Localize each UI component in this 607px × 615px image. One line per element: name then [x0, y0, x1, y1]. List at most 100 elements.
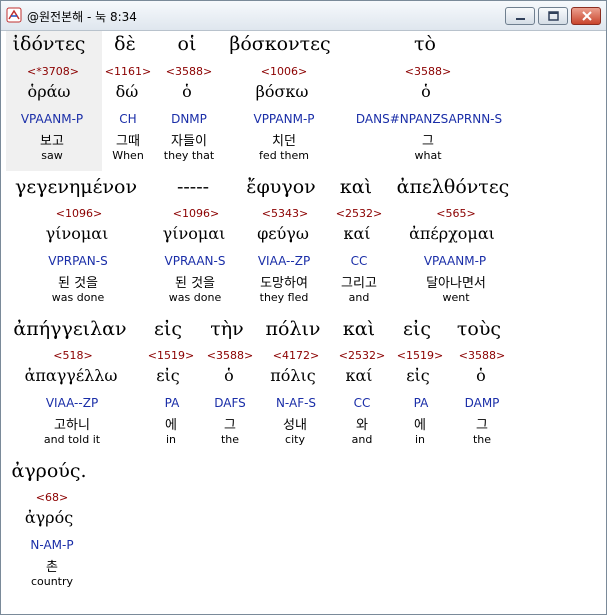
parse-code: CH: [119, 112, 137, 126]
korean-gloss: 촌: [46, 560, 58, 575]
parse-code: DNMP: [171, 112, 207, 126]
greek-word: καὶ: [342, 318, 376, 340]
parse-code: CC: [353, 396, 371, 410]
korean-gloss: 달아나면서: [426, 276, 486, 291]
strong-number[interactable]: <2532>: [336, 207, 382, 220]
english-gloss: what: [414, 149, 442, 162]
strong-number[interactable]: <1096>: [173, 207, 219, 220]
strong-number[interactable]: <1006>: [261, 65, 307, 78]
greek-word: καὶ: [339, 176, 373, 198]
strong-number[interactable]: <4172>: [273, 349, 319, 362]
korean-gloss: 그: [422, 134, 434, 149]
lemma: ἀγρός: [24, 508, 74, 527]
strong-number[interactable]: <1519>: [397, 349, 443, 362]
english-gloss: When: [112, 149, 144, 162]
strong-number[interactable]: <1519>: [148, 349, 194, 362]
parse-code: PA: [413, 396, 429, 410]
minimize-icon: [516, 18, 525, 20]
english-gloss: saw: [41, 149, 63, 162]
maximize-button[interactable]: [538, 7, 568, 25]
lemma: πόλις: [270, 366, 316, 385]
english-gloss: city: [285, 433, 305, 446]
lemma: δώ: [115, 82, 139, 101]
strong-number[interactable]: <565>: [436, 207, 475, 220]
strong-number[interactable]: <1096>: [56, 207, 102, 220]
parse-code: N-AF-S: [275, 396, 317, 410]
english-gloss: and: [348, 291, 370, 304]
strong-number[interactable]: <3588>: [405, 65, 451, 78]
parse-code: DANS#NPANZSAPRNN-S: [355, 112, 503, 126]
strong-number[interactable]: <2532>: [339, 349, 385, 362]
lemma: ὁράω: [27, 82, 71, 101]
lemma: ὁ: [182, 82, 192, 101]
parse-code: PA: [164, 396, 180, 410]
lemma: ὁ: [224, 366, 234, 385]
close-button[interactable]: [571, 7, 601, 25]
strong-number[interactable]: <3588>: [166, 65, 212, 78]
greek-word: τὸ: [414, 33, 436, 55]
greek-word: ἔφυγον: [246, 176, 316, 198]
greek-word: τοὺς: [456, 318, 502, 340]
english-gloss: the: [472, 433, 492, 446]
close-icon: [582, 11, 592, 21]
greek-word: οἱ: [177, 33, 197, 55]
parse-code: N-AM-P: [30, 538, 74, 552]
lemma: φεύγω: [257, 224, 309, 243]
parse-code: VPAANM-P: [423, 254, 487, 268]
korean-gloss: 에: [165, 418, 177, 433]
english-gloss: in: [414, 433, 426, 446]
greek-word: ἀπήγγειλαν: [13, 318, 127, 340]
english-gloss: and: [351, 433, 373, 446]
lemma: γίνομαι: [162, 224, 226, 243]
parse-code: DAFS: [214, 396, 246, 410]
lemma: καί: [343, 224, 371, 243]
korean-gloss: 도망하여: [260, 276, 308, 291]
parse-code: VPPANM-P: [253, 112, 315, 126]
strong-number[interactable]: <518>: [53, 349, 92, 362]
strong-number[interactable]: <5343>: [262, 207, 308, 220]
greek-word: πόλιν: [265, 318, 321, 340]
minimize-button[interactable]: [505, 7, 535, 25]
app-window: @원전본해 - 눅 8:34 ἰδόντες <*3708> ὁράω VPAA…: [0, 0, 607, 615]
greek-word: ἰδόντες: [12, 33, 86, 55]
korean-gloss: 된 것을: [57, 276, 99, 291]
english-gloss: was done: [168, 291, 222, 304]
lemma: γίνομαι: [45, 224, 109, 243]
maximize-icon: [548, 11, 559, 21]
english-gloss: country: [30, 575, 74, 588]
parse-code: VPAANM-P: [20, 112, 84, 126]
parse-code: CC: [350, 254, 368, 268]
strong-number[interactable]: <3588>: [459, 349, 505, 362]
korean-gloss: 그: [224, 418, 236, 433]
greek-word: γεγενημένον: [14, 176, 138, 198]
window-title: @원전본해 - 눅 8:34: [27, 10, 137, 24]
lemma: ὁ: [476, 366, 486, 385]
strong-number[interactable]: <1161>: [105, 65, 151, 78]
korean-gloss: 치던: [272, 134, 296, 149]
english-gloss: the: [220, 433, 240, 446]
lemma: εἰς: [406, 366, 430, 385]
english-gloss: fed them: [259, 149, 309, 162]
korean-gloss: 그리고: [341, 276, 377, 291]
title-bar[interactable]: @원전본해 - 눅 8:34: [1, 1, 606, 31]
parse-code: VPRPAN-S: [48, 254, 108, 268]
korean-gloss: 그때: [116, 134, 140, 149]
korean-gloss: 된 것을: [174, 276, 216, 291]
korean-gloss: 보고: [40, 134, 64, 149]
strong-number[interactable]: <*3708>: [27, 65, 79, 78]
english-gloss: and told it: [43, 433, 101, 446]
english-gloss: they fled: [259, 291, 309, 304]
korean-gloss: 자들이: [171, 134, 207, 149]
lemma: καί: [345, 366, 373, 385]
strong-number[interactable]: <68>: [36, 491, 68, 504]
lemma: ὁ: [421, 82, 431, 101]
interlinear-panel: ἰδόντες <*3708> ὁράω VPAANM-P 보고 saw δὲ …: [1, 30, 606, 614]
english-gloss: they that: [163, 149, 215, 162]
parse-code: VIAA--ZP: [257, 254, 311, 268]
greek-word: εἰς: [403, 318, 431, 340]
strong-number[interactable]: <3588>: [207, 349, 253, 362]
parse-code: DAMP: [464, 396, 500, 410]
greek-word: ἀπελθόντες: [396, 176, 510, 198]
parse-code: VPRAAN-S: [164, 254, 226, 268]
lemma: ἀπέρχομαι: [409, 224, 495, 243]
